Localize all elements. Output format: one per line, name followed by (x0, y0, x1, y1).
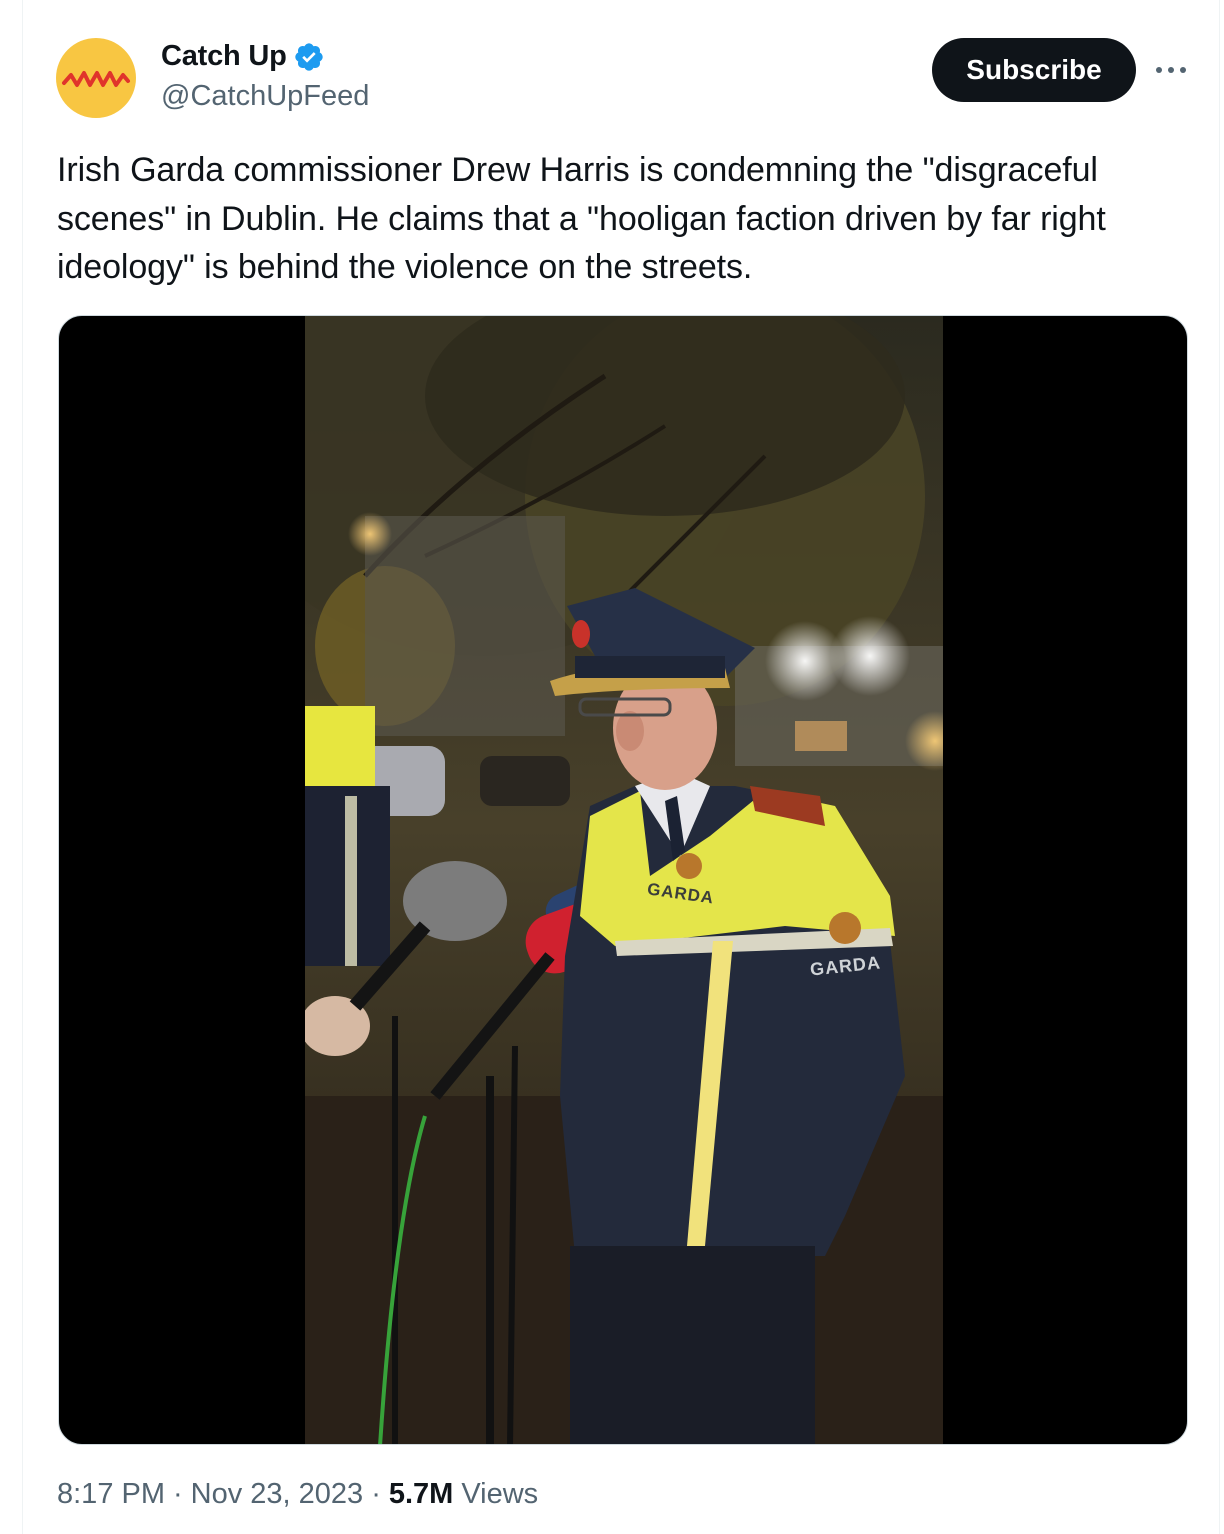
display-name[interactable]: Catch Up (161, 40, 287, 73)
meta-separator: · (173, 1478, 183, 1510)
tweet-text: Irish Garda commissioner Drew Harris is … (57, 151, 1106, 286)
tweet-card: Catch Up @CatchUpFeed Subscribe Irish Ga… (22, 0, 1220, 1534)
views-label: Views (461, 1478, 539, 1510)
views-count[interactable]: 5.7M (389, 1478, 453, 1511)
more-options-button[interactable] (1151, 50, 1191, 90)
author-handle[interactable]: @CatchUpFeed (161, 80, 369, 113)
name-row: Catch Up (161, 40, 325, 73)
tweet-date[interactable]: Nov 23, 2023 (191, 1478, 364, 1511)
tweet-time[interactable]: 8:17 PM (57, 1478, 165, 1511)
waveform-logo-icon (62, 71, 130, 87)
meta-separator: · (371, 1478, 381, 1510)
verified-badge-icon[interactable] (293, 41, 325, 73)
avatar[interactable] (56, 38, 136, 118)
video-player[interactable]: GARDA GARDA (58, 315, 1188, 1445)
video-scene (305, 316, 943, 1444)
video-frame[interactable]: GARDA GARDA (305, 316, 943, 1444)
more-dots-icon (1156, 67, 1186, 73)
subscribe-button[interactable]: Subscribe (932, 38, 1136, 102)
tweet-meta: 8:17 PM · Nov 23, 2023 · 5.7M Views (57, 1478, 538, 1511)
